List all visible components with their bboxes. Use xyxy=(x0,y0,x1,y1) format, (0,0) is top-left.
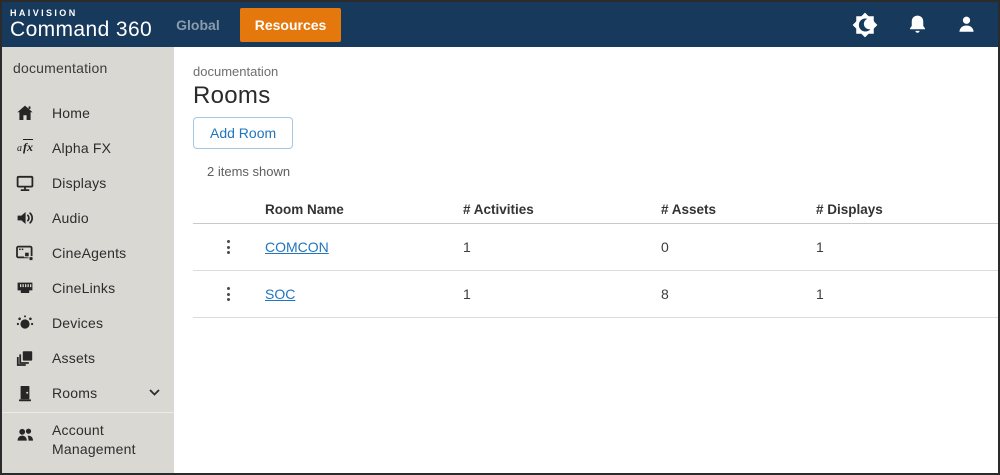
sidebar-item-devices[interactable]: Devices xyxy=(2,305,174,340)
home-icon xyxy=(14,103,36,123)
activities-count: 1 xyxy=(463,286,471,302)
nav-tab-resources[interactable]: Resources xyxy=(239,7,342,42)
main-content: documentation Rooms Add Room 2 items sho… xyxy=(174,47,998,473)
device-orbit-icon xyxy=(14,313,36,333)
workspace-label: documentation xyxy=(13,60,108,76)
sidebar-item-home[interactable]: Home xyxy=(2,95,174,130)
page-title: Rooms xyxy=(193,82,271,109)
sidebar-item-audio[interactable]: Audio xyxy=(2,200,174,235)
rooms-table: Room Name # Activities # Assets # Displa… xyxy=(193,195,998,318)
items-shown-count: 2 items shown xyxy=(207,164,291,179)
sidebar-item-alpha-fx[interactable]: afx Alpha FX xyxy=(2,130,174,165)
users-icon xyxy=(14,424,36,444)
sidebar-item-assets[interactable]: Assets xyxy=(2,340,174,375)
column-header-assets: # Assets xyxy=(661,201,717,217)
sidebar-item-cinelinks[interactable]: CineLinks xyxy=(2,270,174,305)
row-actions-kebab-icon[interactable] xyxy=(217,236,239,258)
sidebar-item-cineagents[interactable]: CineAgents xyxy=(2,235,174,270)
brand-command360: Command 360 xyxy=(10,18,153,41)
chevron-down-icon xyxy=(149,389,160,396)
displays-count: 1 xyxy=(816,286,824,302)
sidebar-item-label: Rooms xyxy=(52,384,98,401)
command360-app: HAIVISION Command 360 Global Resources d… xyxy=(0,0,1000,475)
door-icon xyxy=(14,383,36,403)
sidebar-item-account-management[interactable]: Account Management xyxy=(2,412,174,469)
alpha-fx-icon: afx xyxy=(17,139,33,154)
table-row: COMCON 1 0 1 xyxy=(193,224,998,271)
column-header-displays: # Displays xyxy=(816,201,883,217)
app-body: documentation Home afx Alpha FX Displays… xyxy=(2,47,998,473)
sidebar-item-label: Audio xyxy=(52,209,89,226)
sidebar-item-rooms[interactable]: Rooms xyxy=(2,375,174,410)
breadcrumb: documentation xyxy=(193,64,279,79)
sidebar-nav: Home afx Alpha FX Displays Audio CineAge… xyxy=(2,95,174,410)
displays-count: 1 xyxy=(816,239,824,255)
ethernet-icon xyxy=(14,278,36,298)
table-header-row: Room Name # Activities # Assets # Displa… xyxy=(193,195,998,224)
sidebar-item-label: Displays xyxy=(52,174,107,191)
speaker-icon xyxy=(14,208,36,228)
sidebar-item-label: Devices xyxy=(52,314,104,331)
brand-haivision: HAIVISION xyxy=(10,8,78,18)
sidebar-item-label: CineLinks xyxy=(52,279,116,296)
window-agents-icon xyxy=(14,243,36,263)
add-room-button[interactable]: Add Room xyxy=(193,117,294,149)
activities-count: 1 xyxy=(463,239,471,255)
sidebar-item-label: Account Management xyxy=(52,422,136,457)
row-actions-kebab-icon[interactable] xyxy=(217,283,239,305)
sidebar: documentation Home afx Alpha FX Displays… xyxy=(2,47,174,473)
assets-count: 0 xyxy=(661,239,669,255)
table-row: SOC 1 8 1 xyxy=(193,271,998,318)
sidebar-item-label: Home xyxy=(52,104,91,121)
user-profile-icon[interactable] xyxy=(955,13,978,36)
sidebar-item-label: CineAgents xyxy=(52,244,127,261)
brand-logo: HAIVISION Command 360 xyxy=(10,8,153,41)
room-name-link[interactable]: COMCON xyxy=(265,239,463,255)
nav-tab-global[interactable]: Global xyxy=(176,17,220,33)
sidebar-item-label: Assets xyxy=(52,349,96,366)
assets-count: 8 xyxy=(661,286,669,302)
room-name-link[interactable]: SOC xyxy=(265,286,463,302)
notifications-bell-icon[interactable] xyxy=(906,13,929,36)
monitor-icon xyxy=(14,173,36,193)
sidebar-item-label: Alpha FX xyxy=(52,139,112,156)
column-header-activities: # Activities xyxy=(463,201,534,217)
top-nav: Global Resources xyxy=(176,7,342,42)
column-header-room-name: Room Name xyxy=(265,201,344,217)
layers-icon xyxy=(14,348,36,368)
sidebar-item-displays[interactable]: Displays xyxy=(2,165,174,200)
top-bar-icons xyxy=(850,10,978,40)
theme-toggle-icon[interactable] xyxy=(850,10,880,40)
top-bar: HAIVISION Command 360 Global Resources xyxy=(2,2,998,47)
